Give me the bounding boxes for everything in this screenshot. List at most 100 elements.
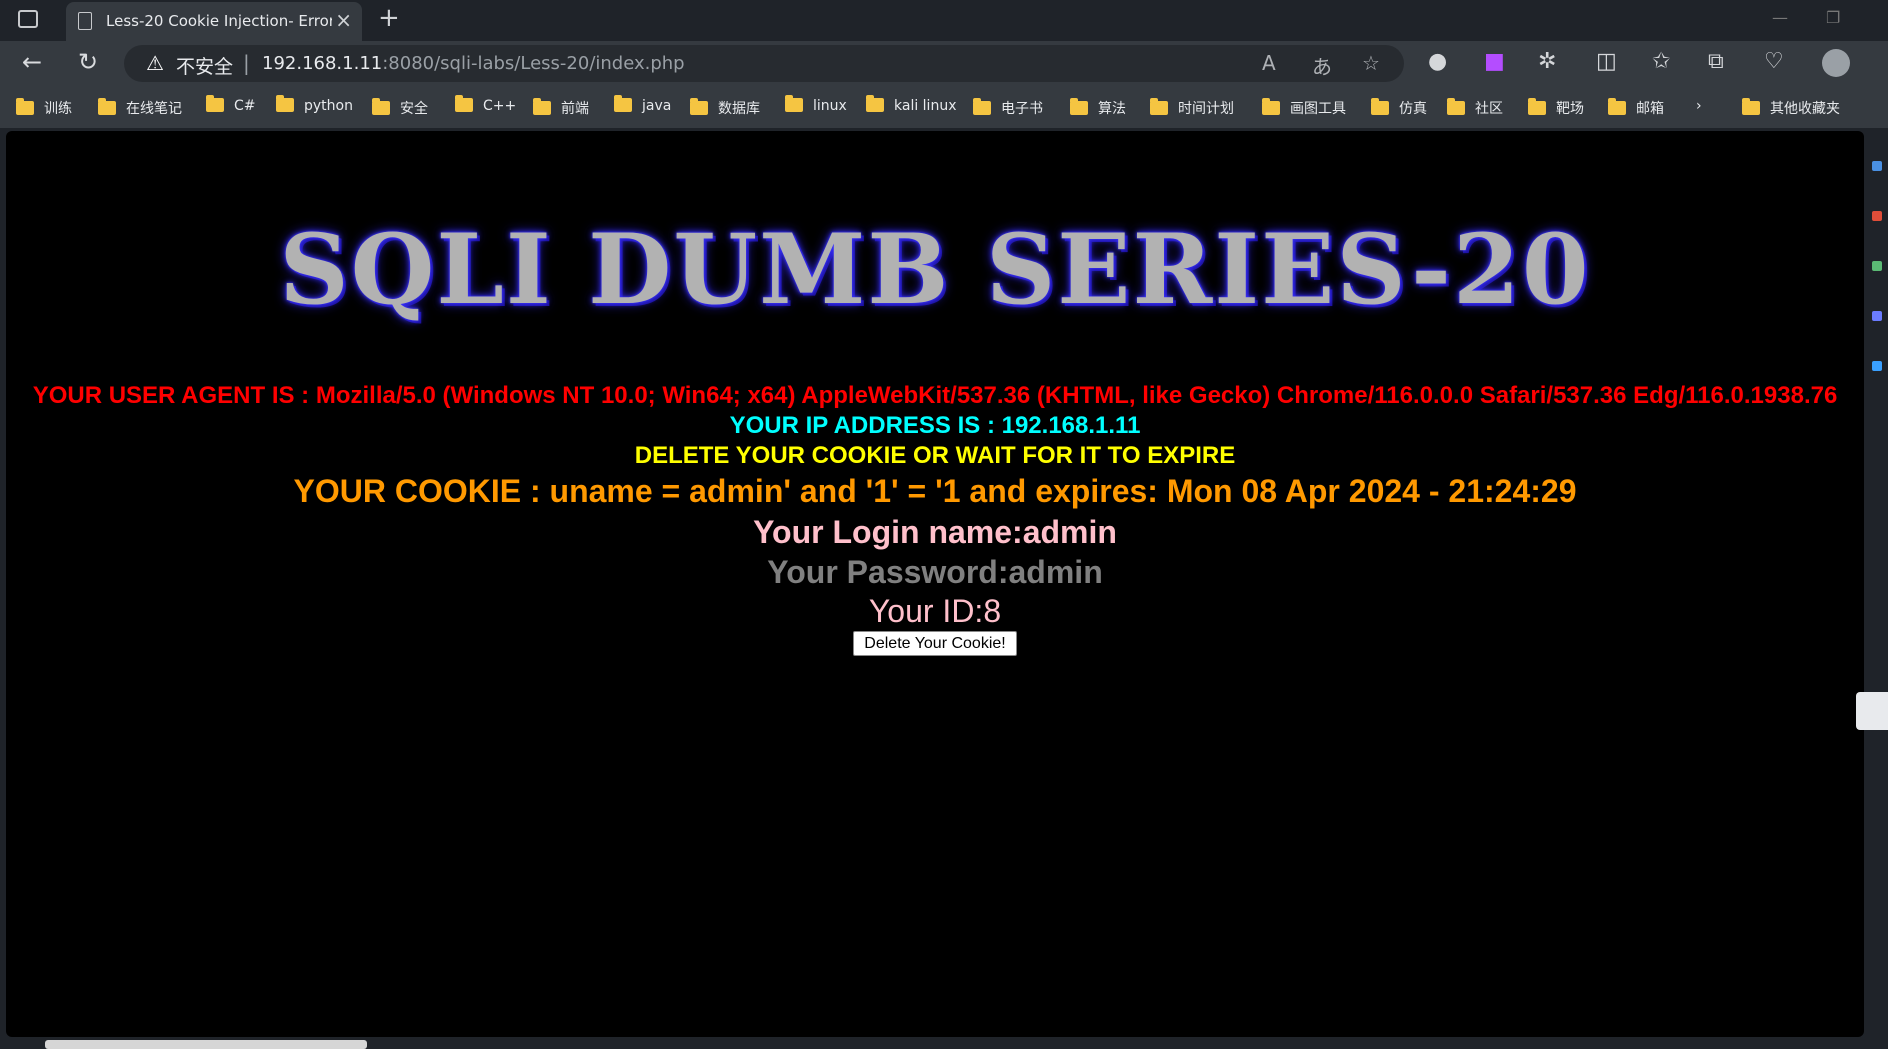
profile-avatar[interactable] xyxy=(1822,49,1850,77)
extension-purple-icon[interactable]: ■ xyxy=(1484,49,1505,74)
bookmark-item[interactable]: C# xyxy=(206,95,256,114)
performance-icon[interactable]: ♡ xyxy=(1764,49,1784,74)
read-aloud-icon[interactable]: A xyxy=(1262,51,1276,75)
bookmark-item[interactable]: 安全 xyxy=(372,98,428,118)
tab-actions-icon[interactable] xyxy=(18,10,38,28)
minimize-icon[interactable]: — xyxy=(1772,8,1788,27)
folder-icon xyxy=(533,98,551,115)
tab-less-20[interactable]: Less-20 Cookie Injection- Error Ba × xyxy=(66,2,362,41)
favorite-star-icon[interactable]: ☆ xyxy=(1362,51,1380,75)
sidebar-app-icon[interactable] xyxy=(1872,261,1882,271)
bookmark-item[interactable]: 算法 xyxy=(1070,98,1126,118)
url-host: 192.168.1.11 xyxy=(262,53,383,74)
bookmark-label: java xyxy=(642,98,672,114)
folder-icon xyxy=(1608,98,1626,115)
ip-address-text: YOUR IP ADDRESS IS : 192.168.1.11 xyxy=(729,412,1141,439)
folder-icon xyxy=(276,95,294,112)
bookmark-item[interactable]: 在线笔记 xyxy=(98,98,182,118)
bookmarks-bar: › 其他收藏夹 训练 在线笔记 C# python 安全 C++ 前端 java 数据库 linu… xyxy=(0,87,1888,128)
delete-cookie-notice: DELETE YOUR COOKIE OR WAIT FOR IT TO EXP… xyxy=(634,442,1236,469)
sidebar-app-icon[interactable] xyxy=(1872,361,1882,371)
page-icon xyxy=(78,12,92,30)
bookmark-item[interactable]: 数据库 xyxy=(690,98,760,118)
favorites-icon[interactable]: ✩ xyxy=(1652,49,1670,74)
horizontal-scrollbar[interactable] xyxy=(45,1040,367,1049)
bookmark-item[interactable]: C++ xyxy=(455,95,517,114)
bookmark-item[interactable]: linux xyxy=(785,95,847,114)
folder-icon xyxy=(16,98,34,115)
page-viewport: SQLI DUMB SERIES-20 YOUR USER AGENT IS :… xyxy=(6,131,1864,1037)
bookmark-label: C# xyxy=(234,98,256,114)
bookmark-item[interactable]: 社区 xyxy=(1447,98,1503,118)
split-screen-icon[interactable]: ◫ xyxy=(1596,49,1617,74)
bookmark-item[interactable]: kali linux xyxy=(866,95,957,114)
bookmark-item[interactable]: java xyxy=(614,95,672,114)
bookmark-item[interactable]: 电子书 xyxy=(973,98,1043,118)
bookmark-label: C++ xyxy=(483,98,517,114)
bookmark-label: 时间计划 xyxy=(1178,101,1234,117)
restore-icon[interactable]: ❐ xyxy=(1826,8,1840,27)
bookmark-label: 训练 xyxy=(44,101,72,117)
refresh-icon[interactable]: ↻ xyxy=(78,48,98,76)
security-label[interactable]: 不安全 xyxy=(176,52,233,79)
folder-icon xyxy=(1262,98,1280,115)
login-name-text: Your Login name:admin xyxy=(753,514,1117,550)
folder-icon xyxy=(455,95,473,112)
bookmark-item[interactable]: 仿真 xyxy=(1371,98,1427,118)
tab-title: Less-20 Cookie Injection- Error Ba xyxy=(106,12,332,30)
password-text: Your Password:admin xyxy=(767,554,1103,590)
bookmark-label: linux xyxy=(813,98,847,114)
sidebar-app-icon[interactable] xyxy=(1872,211,1882,221)
folder-icon xyxy=(206,95,224,112)
bookmark-item[interactable]: 时间计划 xyxy=(1150,98,1234,118)
close-tab-icon[interactable]: × xyxy=(335,8,352,32)
browser-toolbar: ← ↻ ⚠ 不安全 | 192.168.1.11:8080/sqli-labs/… xyxy=(0,41,1888,87)
user-id-text: Your ID:8 xyxy=(868,593,1002,629)
back-icon[interactable]: ← xyxy=(22,48,42,76)
edge-sidebar xyxy=(1866,131,1888,1037)
sidebar-toggle[interactable] xyxy=(1856,692,1888,730)
bookmark-item[interactable]: 画图工具 xyxy=(1262,98,1346,118)
collections-icon[interactable]: ⧉ xyxy=(1708,49,1724,74)
folder-icon xyxy=(1150,98,1168,115)
bookmark-label: 社区 xyxy=(1475,101,1503,117)
sidebar-app-icon[interactable] xyxy=(1872,311,1882,321)
bookmark-item[interactable]: 靶场 xyxy=(1528,98,1584,118)
new-tab-icon[interactable]: + xyxy=(378,3,400,33)
bookmark-item[interactable]: 邮箱 xyxy=(1608,98,1664,118)
folder-icon xyxy=(1371,98,1389,115)
bookmark-label: kali linux xyxy=(894,98,957,114)
warning-icon[interactable]: ⚠ xyxy=(146,51,164,75)
folder-icon xyxy=(372,98,390,115)
url-path: :8080/sqli-labs/Less-20/index.php xyxy=(382,53,685,74)
folder-icon xyxy=(614,95,632,112)
extensions-icon[interactable]: ✲ xyxy=(1538,49,1556,74)
bookmark-item[interactable]: 训练 xyxy=(16,98,72,118)
bookmark-label: 前端 xyxy=(561,101,589,117)
bookmark-label: 画图工具 xyxy=(1290,101,1346,117)
other-bookmarks[interactable]: 其他收藏夹 xyxy=(1742,98,1840,118)
bookmark-label: 仿真 xyxy=(1399,101,1427,117)
more-bookmarks-icon[interactable]: › xyxy=(1696,98,1702,114)
delete-cookie-button[interactable]: Delete Your Cookie! xyxy=(853,631,1017,656)
url-text[interactable]: 192.168.1.11:8080/sqli-labs/Less-20/inde… xyxy=(262,53,685,74)
translate-icon[interactable]: あ xyxy=(1312,51,1332,80)
bookmark-label: 靶场 xyxy=(1556,101,1584,117)
folder-icon xyxy=(785,95,803,112)
bookmark-item[interactable]: python xyxy=(276,95,353,114)
other-bookmarks-label: 其他收藏夹 xyxy=(1770,101,1840,117)
user-agent-text: YOUR USER AGENT IS : Mozilla/5.0 (Window… xyxy=(32,382,1838,409)
folder-icon xyxy=(690,98,708,115)
bookmark-label: 在线笔记 xyxy=(126,101,182,117)
folder-icon xyxy=(866,95,884,112)
folder-icon xyxy=(1070,98,1088,115)
address-bar[interactable]: ⚠ 不安全 | 192.168.1.11:8080/sqli-labs/Less… xyxy=(124,45,1404,82)
bookmark-label: 邮箱 xyxy=(1636,101,1664,117)
extension-icon[interactable]: ● xyxy=(1428,49,1447,74)
sidebar-app-icon[interactable] xyxy=(1872,161,1882,171)
sqli-banner-logo: SQLI DUMB SERIES-20 xyxy=(279,213,1591,326)
bookmark-label: 算法 xyxy=(1098,101,1126,117)
bookmark-label: python xyxy=(304,98,353,114)
bookmark-item[interactable]: 前端 xyxy=(533,98,589,118)
bookmark-label: 数据库 xyxy=(718,101,760,117)
